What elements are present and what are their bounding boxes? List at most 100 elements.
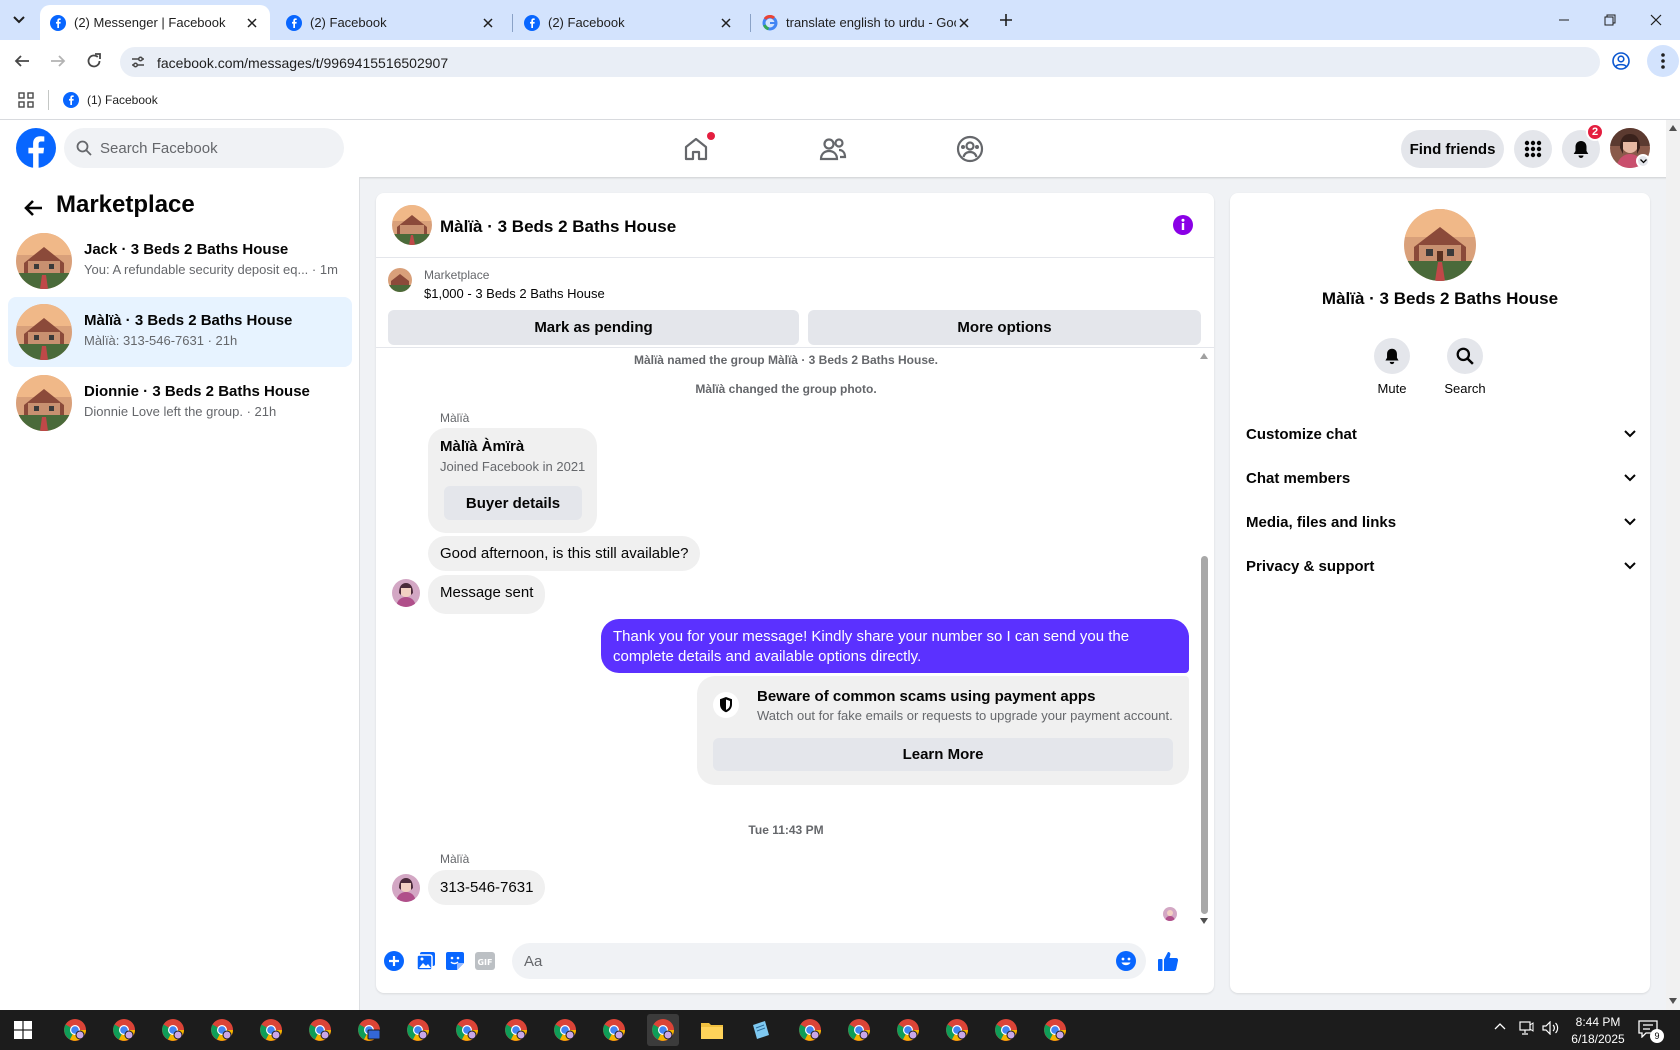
media-files-links-section[interactable]: Media, files and links xyxy=(1246,502,1636,542)
chrome-icon xyxy=(64,1019,86,1041)
listing-thumbnail[interactable] xyxy=(388,268,412,292)
chrome-taskbar-button[interactable] xyxy=(157,1014,189,1046)
menu-button[interactable] xyxy=(1514,130,1552,168)
more-actions-button[interactable] xyxy=(382,949,406,973)
info-icon[interactable] xyxy=(1171,213,1195,237)
emoji-button[interactable] xyxy=(1114,949,1138,973)
customize-chat-section[interactable]: Customize chat xyxy=(1246,414,1636,454)
tab-close-icon[interactable] xyxy=(956,15,972,31)
conversation-item-dionnie[interactable]: Dionnie · 3 Beds 2 Baths House Dionnie L… xyxy=(8,368,352,438)
sender-avatar[interactable] xyxy=(392,579,420,607)
forward-button[interactable] xyxy=(47,50,69,72)
chrome-taskbar-button[interactable] xyxy=(500,1014,532,1046)
network-tray-icon[interactable] xyxy=(1518,1021,1534,1035)
more-options-button[interactable]: More options xyxy=(808,310,1201,345)
privacy-support-section[interactable]: Privacy & support xyxy=(1246,546,1636,586)
message-input[interactable] xyxy=(512,943,1146,979)
apps-grid-icon[interactable] xyxy=(18,92,34,108)
notification-center-button[interactable]: 9 xyxy=(1638,1020,1664,1043)
close-window-button[interactable] xyxy=(1644,8,1668,32)
file-explorer-taskbar-button[interactable] xyxy=(696,1014,728,1046)
account-avatar[interactable] xyxy=(1610,128,1650,168)
tab-close-icon[interactable] xyxy=(718,15,734,31)
chat-members-section[interactable]: Chat members xyxy=(1246,458,1636,498)
notepad-taskbar-button[interactable] xyxy=(745,1014,777,1046)
learn-more-button[interactable]: Learn More xyxy=(713,738,1173,771)
chrome-icon xyxy=(652,1019,674,1041)
attach-media-button[interactable] xyxy=(414,949,438,973)
chat-scrollbar-thumb[interactable] xyxy=(1201,556,1208,914)
group-photo-large[interactable] xyxy=(1404,209,1476,281)
mute-action[interactable]: Mute xyxy=(1362,338,1422,396)
bookmark-facebook[interactable]: (1) Facebook xyxy=(63,92,158,108)
incoming-message[interactable]: Message sent xyxy=(428,575,546,614)
tab-search-button[interactable] xyxy=(8,10,30,30)
system-tray-overflow[interactable] xyxy=(1494,1022,1506,1030)
reload-button[interactable] xyxy=(83,50,105,72)
search-action[interactable]: Search xyxy=(1435,338,1495,396)
listing-price-title[interactable]: $1,000 - 3 Beds 2 Baths House xyxy=(424,286,605,301)
facebook-search-input[interactable]: Search Facebook xyxy=(64,128,344,168)
tab-close-icon[interactable] xyxy=(480,15,496,31)
chrome-taskbar-button[interactable] xyxy=(941,1014,973,1046)
chrome-taskbar-button[interactable] xyxy=(598,1014,630,1046)
restore-button[interactable] xyxy=(1598,8,1622,32)
browser-menu-button[interactable] xyxy=(1647,45,1679,77)
like-send-button[interactable] xyxy=(1156,949,1180,973)
browser-tab-facebook-2[interactable]: (2) Facebook xyxy=(514,5,744,40)
page-scrollbar[interactable] xyxy=(1666,120,1680,1010)
groups-nav-button[interactable] xyxy=(955,134,985,164)
chrome-taskbar-button[interactable] xyxy=(549,1014,581,1046)
taskbar-clock[interactable]: 8:44 PM 6/18/2025 xyxy=(1563,1014,1633,1048)
buyer-details-button[interactable]: Buyer details xyxy=(444,486,582,520)
sender-avatar[interactable] xyxy=(392,874,420,902)
find-friends-button[interactable]: Find friends xyxy=(1401,130,1504,168)
volume-tray-icon[interactable] xyxy=(1542,1021,1560,1035)
incoming-message[interactable]: Good afternoon, is this still available? xyxy=(428,536,701,571)
incoming-message[interactable]: 313-546-7631 xyxy=(428,870,546,905)
chrome-taskbar-button[interactable] xyxy=(892,1014,924,1046)
site-info-icon[interactable] xyxy=(130,54,146,70)
gif-button[interactable]: GIF xyxy=(473,949,497,973)
browser-tab-messenger[interactable]: (2) Messenger | Facebook xyxy=(40,5,270,40)
chrome-taskbar-button[interactable] xyxy=(108,1014,140,1046)
address-bar[interactable]: facebook.com/messages/t/9969415516502907 xyxy=(120,47,1600,77)
sticker-button[interactable] xyxy=(443,949,467,973)
chrome-taskbar-button[interactable] xyxy=(402,1014,434,1046)
home-icon xyxy=(684,137,708,161)
new-tab-button[interactable] xyxy=(996,10,1016,30)
chrome-taskbar-button[interactable] xyxy=(353,1014,385,1046)
chrome-taskbar-button[interactable] xyxy=(1039,1014,1071,1046)
chrome-taskbar-button[interactable] xyxy=(647,1014,679,1046)
chat-title[interactable]: Màlïà · 3 Beds 2 Baths House xyxy=(440,217,676,237)
group-photo[interactable] xyxy=(392,205,432,245)
minimize-button[interactable] xyxy=(1552,8,1576,32)
outgoing-message[interactable]: Thank you for your message! Kindly share… xyxy=(601,619,1189,673)
home-nav-button[interactable] xyxy=(681,132,715,164)
facebook-logo[interactable] xyxy=(16,128,56,168)
chrome-taskbar-button[interactable] xyxy=(255,1014,287,1046)
back-arrow-button[interactable] xyxy=(20,195,46,221)
chrome-taskbar-button[interactable] xyxy=(206,1014,238,1046)
profile-button[interactable] xyxy=(1610,50,1632,72)
browser-tab-facebook-1[interactable]: (2) Facebook xyxy=(276,5,506,40)
chrome-taskbar-button[interactable] xyxy=(59,1014,91,1046)
chrome-taskbar-button[interactable] xyxy=(843,1014,875,1046)
chrome-taskbar-button[interactable] xyxy=(451,1014,483,1046)
chrome-taskbar-button[interactable] xyxy=(990,1014,1022,1046)
network-icon xyxy=(1519,1021,1534,1035)
friends-nav-button[interactable] xyxy=(818,134,848,164)
chrome-icon xyxy=(554,1019,576,1041)
start-button[interactable] xyxy=(7,1014,39,1046)
tab-close-icon[interactable] xyxy=(244,15,260,31)
facebook-icon xyxy=(286,14,302,31)
chrome-taskbar-button[interactable] xyxy=(794,1014,826,1046)
back-button[interactable] xyxy=(11,50,33,72)
chrome-taskbar-button[interactable] xyxy=(304,1014,336,1046)
conversation-item-malia[interactable]: Màlïà · 3 Beds 2 Baths House Màlïà: 313-… xyxy=(8,297,352,367)
mark-as-pending-button[interactable]: Mark as pending xyxy=(388,310,799,345)
notification-center-count: 9 xyxy=(1650,1029,1664,1043)
conversation-item-jack[interactable]: Jack · 3 Beds 2 Baths House You: A refun… xyxy=(8,226,352,296)
browser-tab-google-translate[interactable]: translate english to urdu - Goo xyxy=(752,5,982,40)
chevron-down-icon xyxy=(1624,430,1636,438)
